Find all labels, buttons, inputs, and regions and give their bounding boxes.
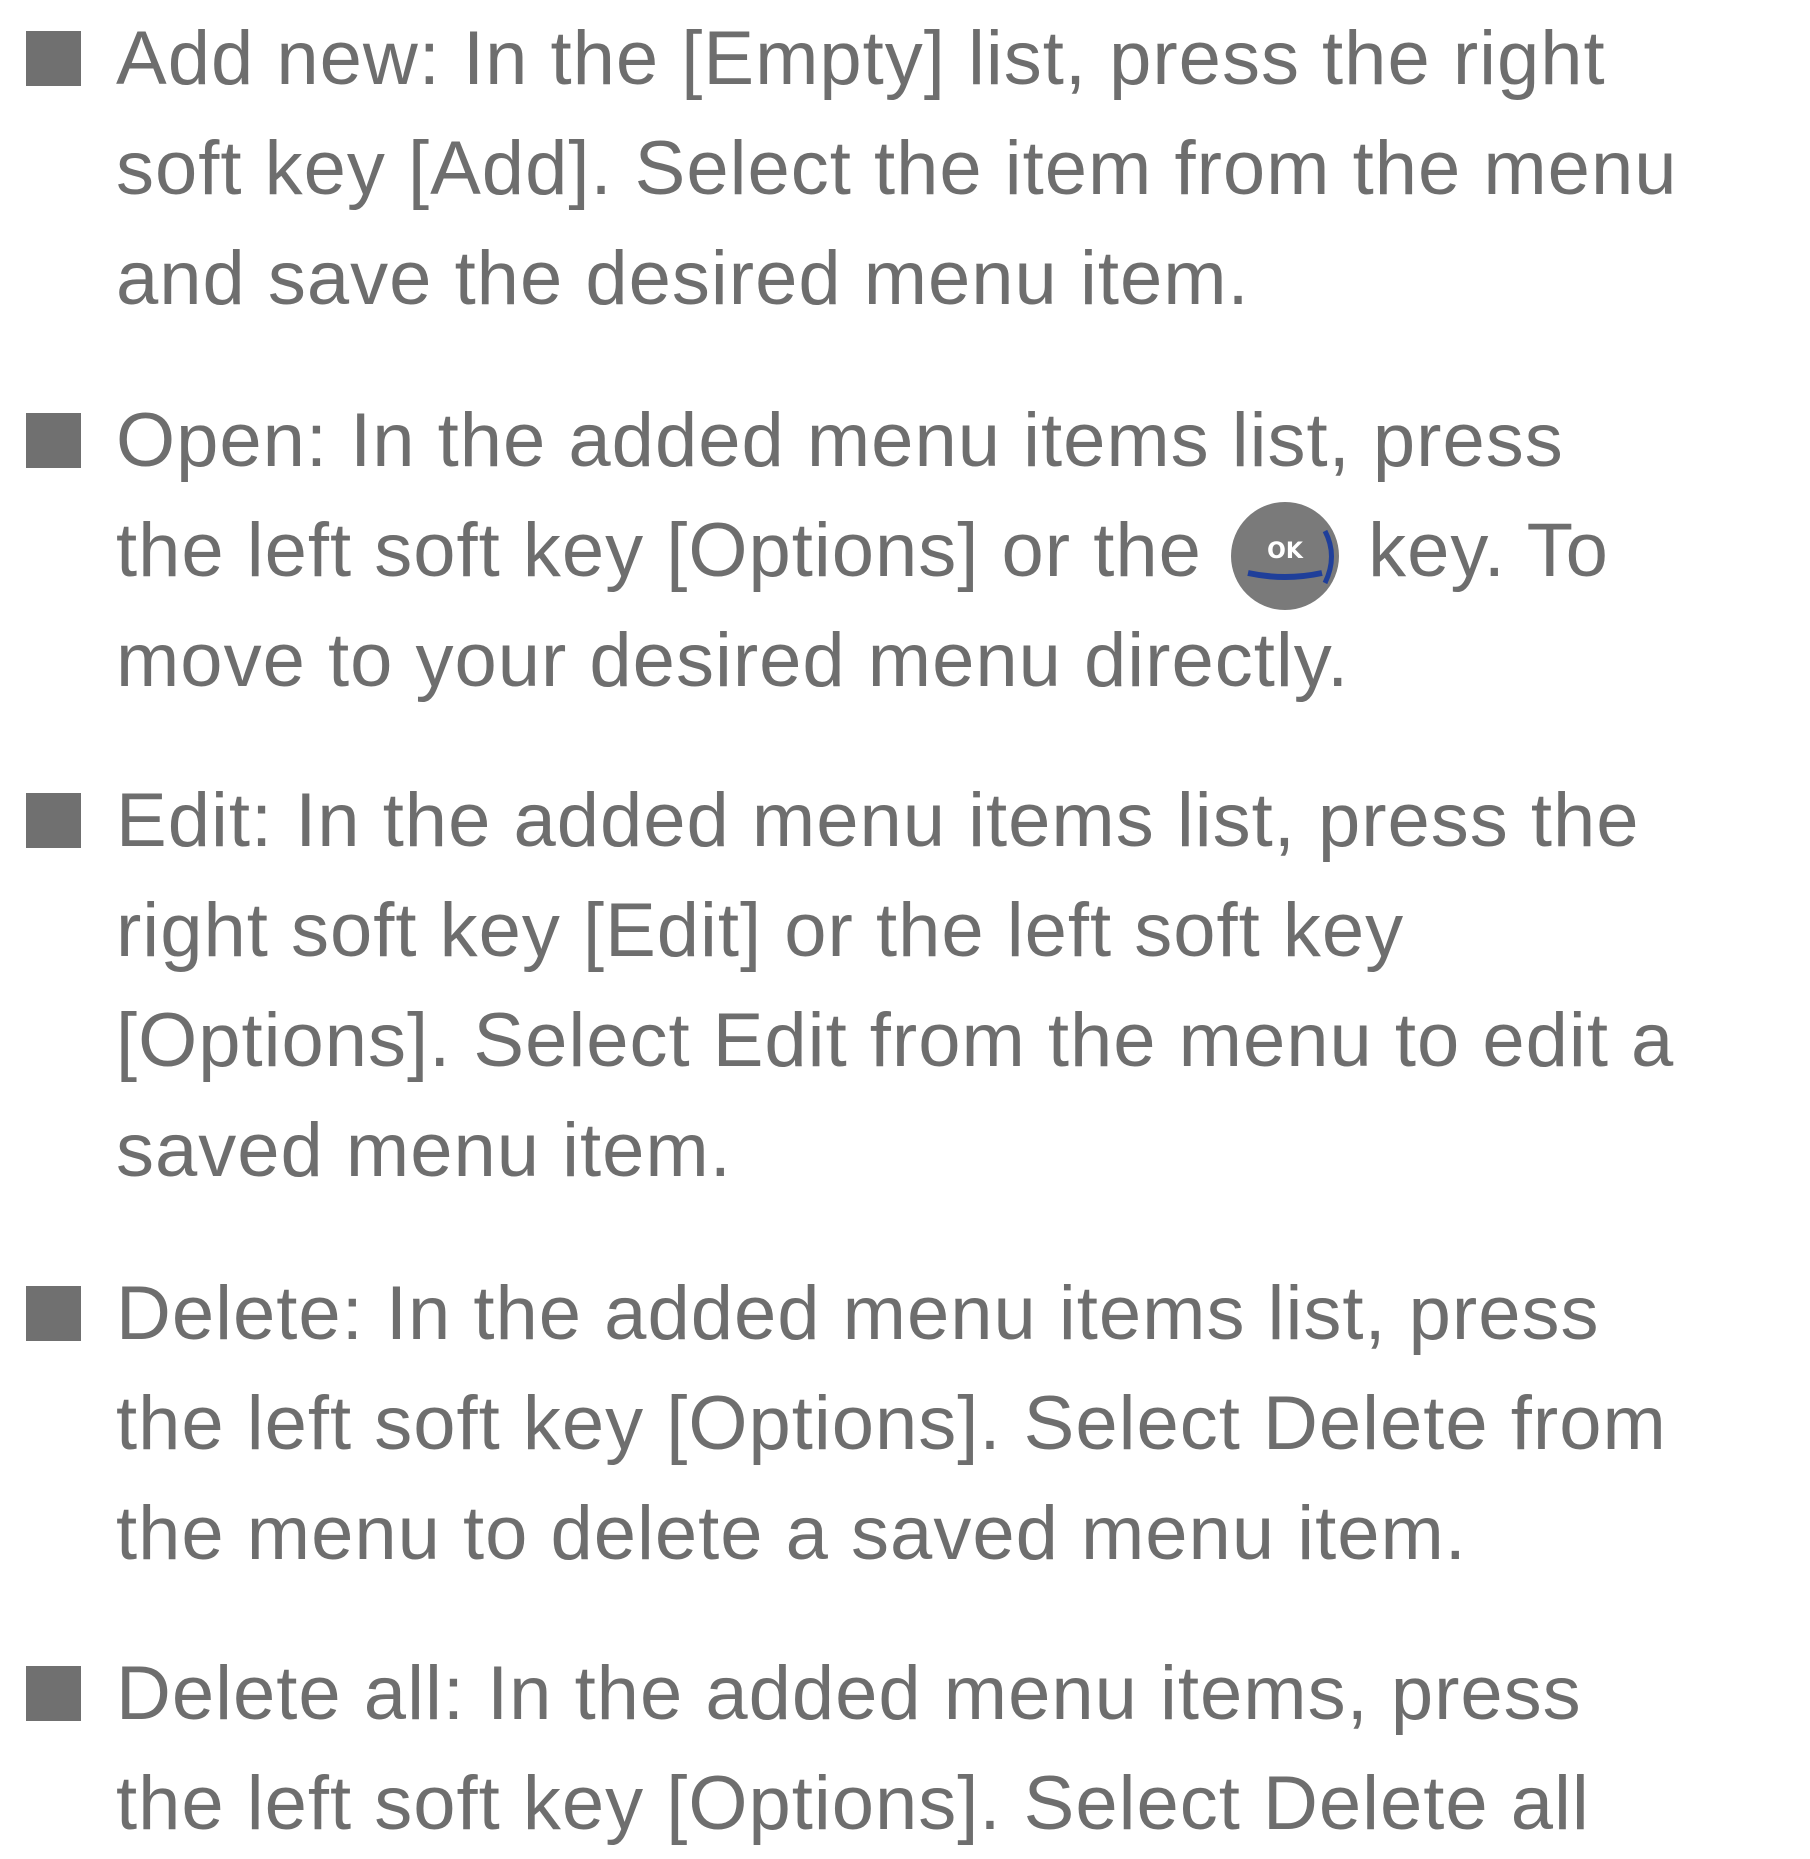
text-line: right soft key [Edit] or the left soft k… <box>116 888 1405 973</box>
text-line: Delete: In the added menu items list, pr… <box>116 1271 1600 1356</box>
square-bullet-icon <box>26 413 81 468</box>
text-line: soft key [Add]. Select the item from the… <box>116 126 1678 211</box>
text-line: Delete all: In the added menu items, pre… <box>116 1651 1582 1736</box>
square-bullet-icon <box>26 1666 81 1721</box>
square-bullet-icon <box>26 1286 81 1341</box>
text-line: [Options]. Select Edit from the menu to … <box>116 998 1675 1083</box>
text-line: the menu to delete a saved menu item. <box>116 1491 1467 1576</box>
text-line: Open: In the added menu items list, pres… <box>116 398 1564 483</box>
square-bullet-icon <box>26 31 81 86</box>
text-line: Add new: In the [Empty] list, press the … <box>116 16 1606 101</box>
text-line: saved menu item. <box>116 1108 732 1193</box>
ok-key-icon: OK <box>1230 501 1340 611</box>
text-line: and save the desired menu item. <box>116 236 1250 321</box>
text-line: move to your desired menu directly. <box>116 618 1350 703</box>
text-line: the left soft key [Options]. Select Dele… <box>116 1381 1667 1466</box>
square-bullet-icon <box>26 793 81 848</box>
text-line: the left soft key [Options]. Select Dele… <box>116 1761 1590 1846</box>
ok-key-label: OK <box>1267 538 1303 564</box>
text-segment: the left soft key [Options] or the <box>116 508 1202 593</box>
text-segment: key. To <box>1368 508 1609 593</box>
text-line: Edit: In the added menu items list, pres… <box>116 778 1640 863</box>
manual-page: Add new: In the [Empty] list, press the … <box>0 0 1810 1846</box>
text-line-with-key: the left soft key [Options] or the OK ke… <box>116 496 1609 610</box>
